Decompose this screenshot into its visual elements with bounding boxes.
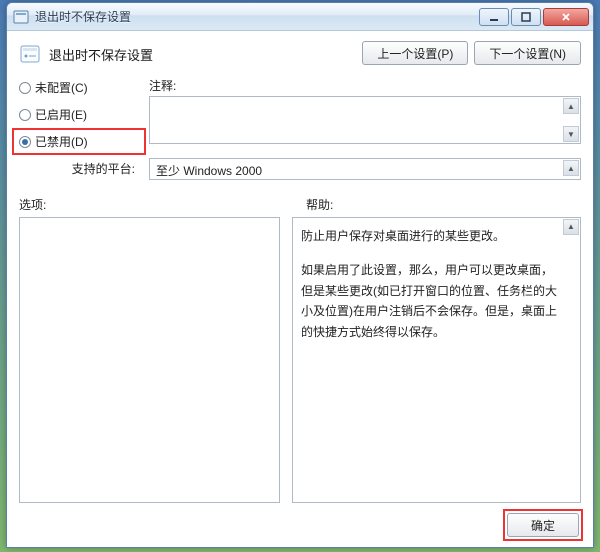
scroll-up-icon[interactable]: ▲	[563, 98, 579, 114]
minimize-button[interactable]	[479, 8, 509, 26]
ok-button[interactable]: 确定	[507, 513, 579, 537]
scroll-down-icon[interactable]: ▼	[563, 126, 579, 142]
radio-icon	[19, 136, 31, 148]
help-text: 如果启用了此设置，那么，用户可以更改桌面，但是某些更改(如已打开窗口的位置、任务…	[301, 260, 560, 342]
help-label: 帮助:	[306, 196, 581, 217]
scroll-up-icon[interactable]: ▲	[563, 160, 579, 176]
radio-icon	[19, 109, 31, 121]
highlight-box: 已禁用(D)	[12, 128, 146, 155]
previous-setting-button[interactable]: 上一个设置(P)	[362, 41, 468, 65]
options-pane	[19, 217, 280, 503]
window-controls	[477, 8, 589, 26]
client-area: 退出时不保存设置 上一个设置(P) 下一个设置(N) 未配置(C) 已启用(E)	[7, 31, 593, 547]
dialog-window: 退出时不保存设置 退出时不保存设置	[6, 2, 594, 548]
page-title: 退出时不保存设置	[49, 41, 354, 64]
comment-label: 注释:	[149, 77, 581, 94]
app-icon	[13, 9, 29, 25]
help-pane: 防止用户保存对桌面进行的某些更改。 如果启用了此设置，那么，用户可以更改桌面，但…	[292, 217, 581, 503]
policy-icon	[19, 43, 41, 65]
next-setting-button[interactable]: 下一个设置(N)	[474, 41, 581, 65]
supported-on-box: 至少 Windows 2000 ▲	[149, 158, 581, 180]
radio-label: 已启用(E)	[35, 106, 87, 123]
supported-on-value: 至少 Windows 2000	[156, 164, 262, 178]
radio-enabled[interactable]: 已启用(E)	[19, 106, 139, 123]
dialog-footer: 确定	[19, 503, 581, 539]
scroll-up-icon[interactable]: ▲	[563, 219, 579, 235]
close-button[interactable]	[543, 8, 589, 26]
comment-textarea[interactable]: ▲ ▼	[149, 96, 581, 144]
supported-on-label: 支持的平台:	[19, 158, 139, 180]
highlight-box: 确定	[503, 509, 583, 541]
titlebar[interactable]: 退出时不保存设置	[7, 3, 593, 31]
radio-icon	[19, 82, 31, 94]
window-title: 退出时不保存设置	[35, 8, 477, 25]
help-text: 防止用户保存对桌面进行的某些更改。	[301, 226, 560, 246]
radio-not-configured[interactable]: 未配置(C)	[19, 79, 139, 96]
radio-disabled[interactable]: 已禁用(D)	[19, 133, 139, 150]
radio-label: 已禁用(D)	[35, 133, 88, 150]
maximize-button[interactable]	[511, 8, 541, 26]
radio-label: 未配置(C)	[35, 79, 88, 96]
options-label: 选项:	[19, 196, 294, 217]
